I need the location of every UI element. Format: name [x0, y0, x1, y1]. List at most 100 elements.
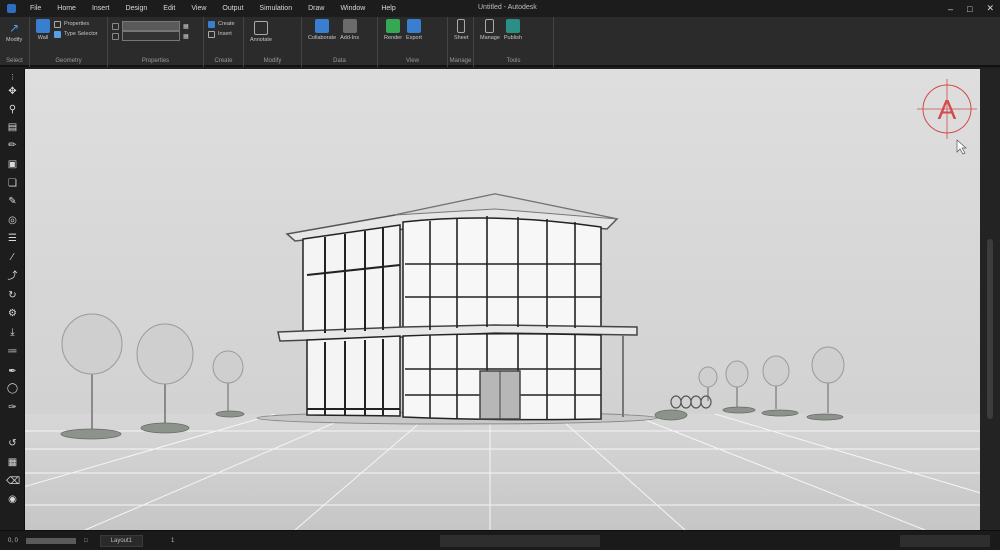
insert-row[interactable]: Insert	[208, 29, 239, 39]
layout-tab[interactable]: Layout1	[99, 534, 143, 547]
publish-button[interactable]: Publish	[504, 19, 522, 41]
checkbox-icon	[54, 20, 61, 28]
status-coords: 0, 0	[8, 537, 19, 544]
pencil-tool-icon[interactable]: ✏	[6, 139, 19, 152]
left-toolbar: ⋮ ✥ ⚲ ▤ ✏ ▣ ❏ ✎ ◎ ☰ ∕ ⤴ ↻ ⚙ ⤓ ≔ ✒ ◯ ✑ ↺ …	[0, 69, 25, 530]
circle-tool-icon[interactable]: ◯	[6, 382, 19, 395]
manage-button[interactable]: Manage	[480, 19, 500, 41]
zoom-tool-icon[interactable]: ⚲	[6, 103, 19, 116]
group-label-modify: Modify	[263, 58, 282, 64]
create-row[interactable]: Create	[208, 19, 239, 29]
type-combo[interactable]	[122, 21, 180, 31]
pen-tool-icon[interactable]: ✒	[6, 365, 19, 378]
viewcube-letter: A	[938, 94, 957, 125]
stair-tool-icon[interactable]: ≔	[6, 345, 19, 358]
annotate-icon	[254, 21, 269, 35]
statusbar: 0, 0 □ Layout1 1	[0, 530, 1000, 550]
eraser-tool-icon[interactable]: ⌫	[6, 475, 20, 488]
measure-tool-icon[interactable]: ⤓	[6, 326, 19, 339]
square-icon[interactable]: □	[76, 538, 96, 544]
menu-draw[interactable]: Draw	[300, 5, 332, 12]
group-label-view: View	[406, 58, 419, 64]
menu-simulation[interactable]: Simulation	[251, 5, 300, 12]
export-button[interactable]: Export	[406, 19, 422, 41]
type-selector-row[interactable]: Type Selector	[54, 29, 98, 39]
maximize-button[interactable]: □	[967, 4, 972, 14]
knife-tool-icon[interactable]: ✑	[6, 401, 19, 414]
menu-file[interactable]: File	[22, 5, 49, 12]
copy-tool-icon[interactable]: ❏	[6, 177, 19, 190]
level-icon	[112, 32, 119, 40]
ribbon-group-view: Render Export View	[378, 17, 448, 67]
status-field-1	[440, 535, 600, 547]
menu-help[interactable]: Help	[373, 5, 403, 12]
menu-edit[interactable]: Edit	[155, 5, 183, 12]
group-label-tools: Tools	[506, 58, 521, 64]
collaborate-button[interactable]: Collaborate	[308, 19, 336, 41]
insert-icon	[208, 30, 215, 38]
expand-icon[interactable]: ▦	[183, 33, 189, 40]
status-field-2	[900, 535, 990, 547]
group-label-properties: Properties	[141, 58, 170, 64]
scene-canvas: A	[25, 69, 980, 530]
sphere-tool-icon[interactable]: ◎	[6, 214, 19, 227]
page-indicator[interactable]: 1	[163, 538, 182, 544]
menu-design[interactable]: Design	[117, 5, 155, 12]
wall-button[interactable]: Wall	[36, 19, 50, 41]
app-logo-icon[interactable]	[0, 0, 22, 17]
document-icon	[485, 19, 495, 33]
export-icon	[407, 19, 421, 33]
brush-tool-icon[interactable]: ✎	[6, 195, 19, 208]
edit-type-icon[interactable]: ▦	[183, 23, 189, 30]
cursor-icon: ↗	[9, 21, 20, 35]
ribbon-group-tools: Manage Publish Tools	[474, 17, 554, 67]
menu-insert[interactable]: Insert	[84, 5, 118, 12]
ribbon-group-manage: Sheet Manage	[448, 17, 474, 67]
render-button[interactable]: Render	[384, 19, 402, 41]
menu-home[interactable]: Home	[49, 5, 84, 12]
layers-tool-icon[interactable]: ▤	[6, 121, 19, 134]
ribbon-group-geometry: Wall Properties Type Selector Geometry	[30, 17, 108, 67]
ribbon-group-modify: Annotate Modify	[244, 17, 302, 67]
publish-icon	[505, 19, 520, 33]
menu-view[interactable]: View	[183, 5, 214, 12]
window-tool-icon[interactable]: ▣	[6, 158, 19, 171]
vertical-scrollbar[interactable]	[980, 69, 1000, 530]
scrollbar-thumb[interactable]	[987, 239, 993, 419]
ribbon-group-data: Collaborate Add-Ins Data	[302, 17, 378, 67]
list-tool-icon[interactable]: ☰	[6, 232, 19, 245]
addins-button[interactable]: Add-Ins	[340, 19, 359, 41]
property-check-row[interactable]: Properties	[54, 19, 98, 29]
menu-window[interactable]: Window	[332, 5, 373, 12]
rotate-tool-icon[interactable]: ↻	[6, 289, 19, 302]
viewport-3d[interactable]: A	[25, 69, 980, 530]
document-title: Untitled - Autodesk	[478, 4, 537, 11]
close-button[interactable]: ✕	[986, 3, 994, 14]
grid-tool-icon[interactable]: ▦	[6, 456, 19, 469]
ribbon-group-select: ↗ Modify Select	[0, 17, 30, 67]
group-label-data: Data	[333, 58, 346, 64]
render-icon	[386, 19, 401, 33]
gear-tool-icon[interactable]: ⚙	[6, 307, 19, 320]
box-icon	[112, 22, 119, 30]
polyline-tool-icon[interactable]: ⤴	[6, 270, 19, 283]
menu-output[interactable]: Output	[214, 5, 251, 12]
gear-icon	[342, 19, 357, 33]
minimize-button[interactable]: –	[948, 4, 953, 14]
target-tool-icon[interactable]: ◉	[6, 493, 19, 506]
level-combo[interactable]	[122, 31, 180, 41]
type-combo-row: ▦	[112, 21, 199, 31]
collaborate-icon	[315, 19, 330, 33]
group-label-select: Select	[6, 58, 23, 64]
pan-tool-icon[interactable]: ✥	[6, 85, 19, 98]
entrance-door	[479, 370, 521, 420]
annotate-button[interactable]: Annotate	[250, 21, 272, 43]
line-tool-icon[interactable]: ∕	[6, 251, 19, 264]
window-controls: – □ ✕	[948, 0, 994, 17]
ribbon-group-create: Create Insert Create	[204, 17, 244, 67]
sheet-button[interactable]: Sheet	[454, 19, 468, 41]
rotate-view-icon[interactable]: ↺	[6, 437, 19, 450]
group-label-create: Create	[214, 58, 233, 64]
wall-icon	[36, 19, 50, 33]
modify-button[interactable]: ↗ Modify	[6, 21, 22, 43]
